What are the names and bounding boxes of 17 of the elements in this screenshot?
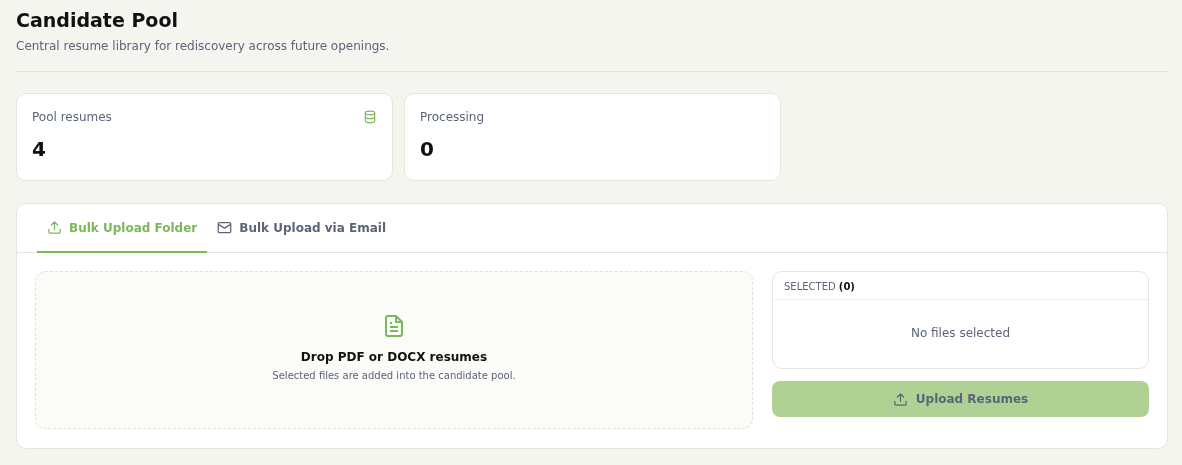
page-subtitle: Central resume library for rediscovery across future openings. [16, 39, 390, 53]
page-title: Candidate Pool [16, 9, 178, 31]
list-heading: SELECTED (0) [773, 272, 1148, 300]
stat-value: 0 [420, 137, 434, 161]
upload-icon [47, 220, 62, 235]
stat-value: 4 [32, 137, 46, 161]
drop-zone-title: Drop PDF or DOCX resumes [300, 350, 488, 364]
stat-label: Pool resumes [32, 110, 112, 124]
drop-zone-hint: Selected files are added into the candidate pool. [272, 370, 516, 381]
document-icon [382, 312, 406, 340]
tab[interactable]: Bulk Upload via Email [207, 204, 396, 253]
database-icon [363, 110, 377, 124]
upload-icon [892, 391, 908, 407]
drop-zone[interactable]: Drop PDF or DOCX resumes Selected files are added into the candidate pool. [35, 271, 753, 429]
mail-icon [217, 220, 233, 235]
empty-message: No files selected [909, 326, 1012, 340]
stat-label: Processing [420, 110, 485, 124]
